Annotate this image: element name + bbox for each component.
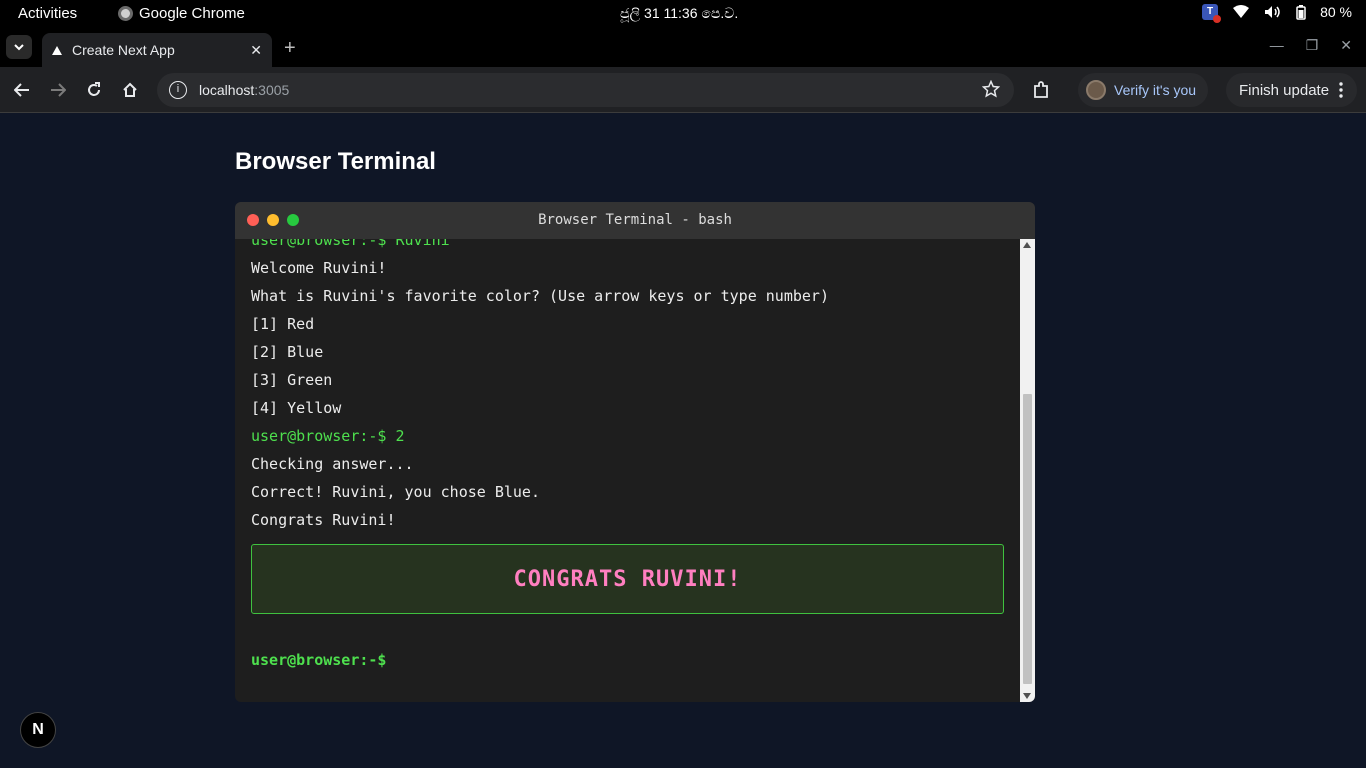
avatar — [1086, 80, 1106, 100]
tab-search-button[interactable] — [6, 35, 32, 59]
minimize-window-icon[interactable]: — — [1270, 37, 1284, 54]
terminal-titlebar: Browser Terminal - bash — [235, 202, 1035, 239]
tab-active[interactable]: Create Next App ✕ — [42, 33, 272, 67]
terminal-output-line: Welcome Ruvini! — [251, 259, 387, 277]
arrow-left-icon — [14, 83, 29, 97]
terminal-output-line: Correct! Ruvini, you chose Blue. — [251, 483, 540, 501]
battery-percent: 80 % — [1320, 4, 1352, 20]
terminal-output-line: Congrats Ruvini! — [251, 511, 396, 529]
terminal-window[interactable]: Browser Terminal - bash user@browser:-$ … — [235, 202, 1035, 702]
wifi-icon — [1232, 5, 1250, 19]
battery-icon — [1296, 4, 1306, 20]
app-name: Google Chrome — [139, 5, 245, 22]
url-host: localhost — [199, 82, 255, 98]
tab-title: Create Next App — [72, 42, 175, 58]
chrome-icon — [118, 6, 133, 21]
new-tab-button[interactable]: + — [284, 37, 296, 60]
tab-strip: Create Next App ✕ + — ❐ ✕ — [0, 27, 1366, 67]
terminal-output[interactable]: user@browser:-$ Ruvini Welcome Ruvini! Wha… — [235, 239, 1020, 702]
page-title: Browser Terminal — [235, 148, 436, 175]
page-content: Browser Terminal Browser Terminal - bash… — [0, 114, 1366, 768]
chevron-down-icon — [14, 43, 24, 50]
close-tab-icon[interactable]: ✕ — [250, 42, 262, 59]
restore-window-icon[interactable]: ❐ — [1306, 37, 1319, 54]
volume-icon — [1264, 5, 1282, 19]
system-tray[interactable]: T 80 % — [1202, 4, 1352, 23]
terminal-command-line: user@browser:-$ Ruvini — [251, 239, 450, 249]
reload-icon — [88, 82, 100, 96]
close-window-icon[interactable]: ✕ — [1340, 37, 1352, 54]
verify-label: Verify it's you — [1114, 82, 1197, 98]
finish-update-button[interactable]: Finish update — [1226, 73, 1358, 107]
bookmark-star-icon[interactable] — [981, 79, 1001, 101]
teams-icon[interactable]: T — [1202, 4, 1222, 23]
terminal-scrollbar[interactable] — [1020, 239, 1035, 702]
reload-button[interactable] — [83, 79, 105, 101]
kebab-menu-icon — [1339, 82, 1343, 98]
verify-identity-button[interactable]: Verify it's you — [1078, 73, 1209, 107]
terminal-output-line: [2] Blue — [251, 343, 324, 361]
arrow-right-icon — [51, 83, 66, 97]
forward-button[interactable] — [47, 79, 69, 101]
nextjs-dev-badge[interactable]: N — [20, 712, 56, 748]
activities-button[interactable]: Activities — [18, 5, 77, 22]
terminal-lines: user@browser:-$ Ruvini Welcome Ruvini! Wha… — [251, 239, 1011, 674]
extensions-button[interactable] — [1030, 79, 1052, 101]
home-icon — [123, 82, 137, 97]
site-info-icon[interactable]: i — [169, 81, 187, 99]
app-menu[interactable]: Google Chrome — [118, 5, 245, 22]
home-button[interactable] — [119, 79, 141, 101]
terminal-output-line: What is Ruvini's favorite color? (Use ar… — [251, 287, 829, 305]
terminal-output-line: [3] Green — [251, 371, 333, 389]
scroll-down-icon[interactable] — [1023, 693, 1031, 699]
terminal-title: Browser Terminal - bash — [538, 212, 732, 228]
url-port: :3005 — [254, 82, 290, 98]
congrats-text: CONGRATS RUVINI! — [513, 566, 742, 592]
puzzle-icon — [1034, 81, 1048, 98]
congrats-banner: CONGRATS RUVINI! — [251, 544, 1004, 614]
window-controls: — ❐ ✕ — [1270, 37, 1352, 54]
terminal-command-line: user@browser:-$ 2 — [251, 427, 405, 445]
system-top-bar: Activities Google Chrome ජූලි 31 11:36 ප… — [0, 0, 1366, 27]
terminal-output-line: [4] Yellow — [251, 399, 342, 417]
terminal-prompt[interactable]: user@browser:-$ — [251, 646, 1011, 674]
terminal-output-line: Checking answer... — [251, 455, 414, 473]
address-bar[interactable]: i localhost :3005 — [157, 73, 1014, 107]
browser-toolbar: i localhost :3005 Verify it's you Finish… — [0, 67, 1366, 113]
back-button[interactable] — [11, 79, 33, 101]
scroll-up-icon[interactable] — [1023, 242, 1031, 248]
scrollbar-thumb[interactable] — [1023, 394, 1032, 684]
favicon-icon — [52, 42, 62, 58]
terminal-output-line: [1] Red — [251, 315, 315, 333]
finish-update-label: Finish update — [1239, 81, 1330, 99]
clock[interactable]: ජූලි 31 11:36 පෙ.ව. — [620, 5, 738, 22]
